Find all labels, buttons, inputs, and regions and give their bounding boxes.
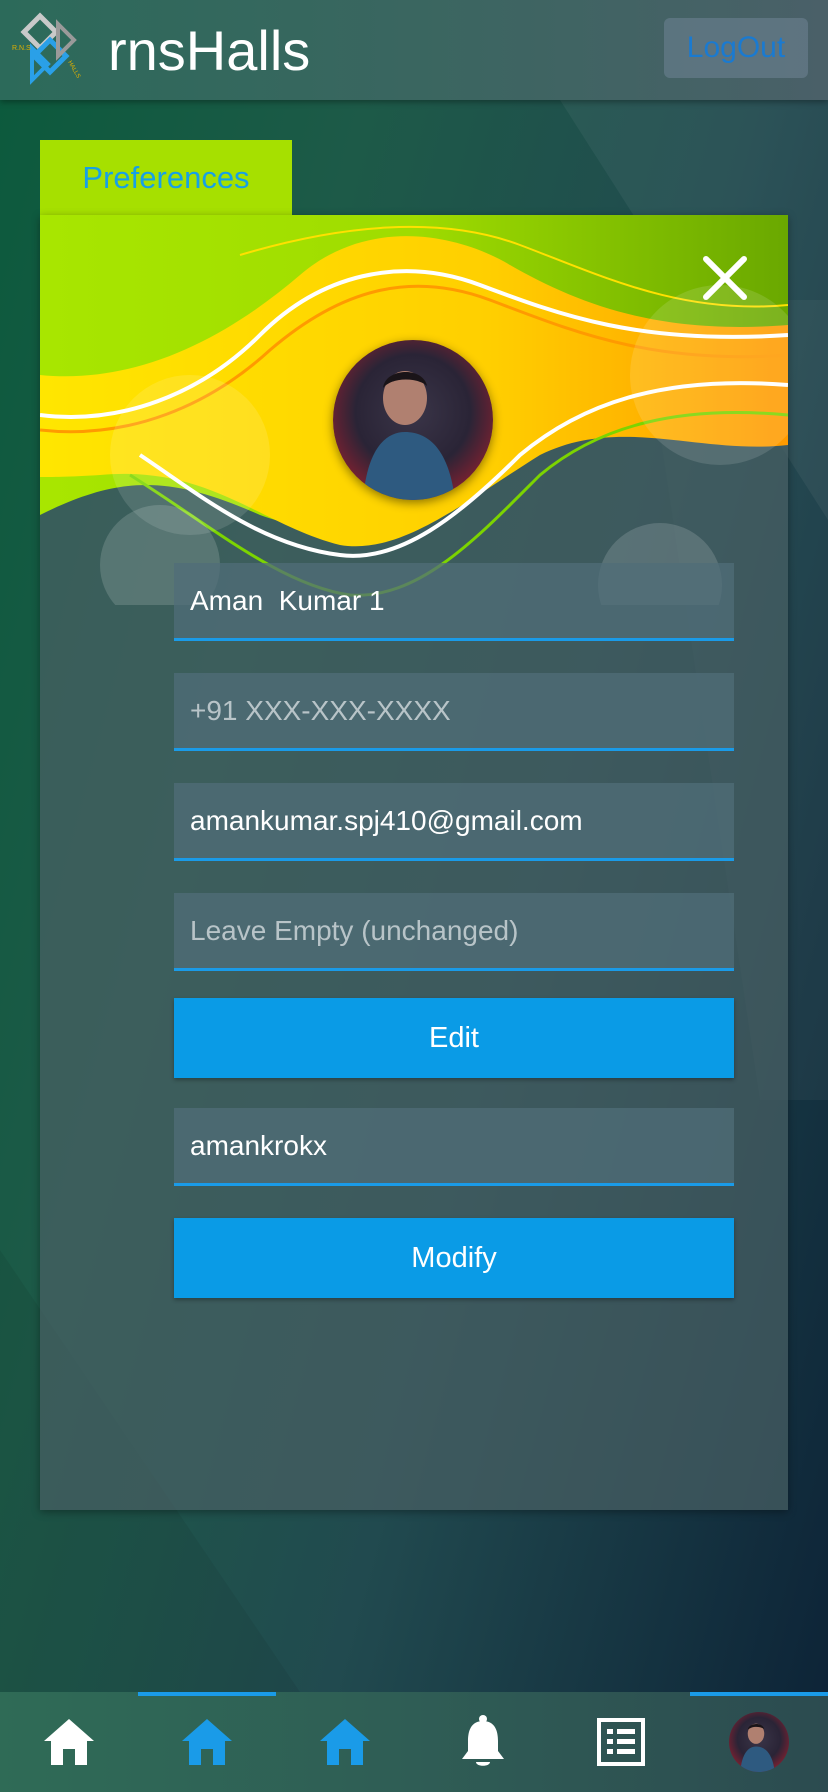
close-icon[interactable] [700,253,750,303]
home-icon [44,1719,94,1765]
username-field[interactable] [174,1108,734,1186]
rnshalls-logo[interactable]: R.N.S HALLS [10,10,90,90]
name-field[interactable] [174,563,734,641]
phone-field[interactable] [174,673,734,751]
name-input[interactable] [190,584,734,617]
phone-input[interactable] [190,694,734,727]
username-input[interactable] [190,1129,734,1162]
app-title: rnsHalls [108,19,311,82]
bottom-navigation [0,1692,828,1792]
nav-list[interactable] [552,1692,690,1792]
modify-button[interactable]: Modify [174,1218,734,1298]
profile-avatar[interactable] [333,340,493,500]
nav-home-1[interactable] [0,1692,138,1792]
nav-home-2[interactable] [138,1692,276,1792]
preferences-card: Edit Modify [40,215,788,1510]
password-input[interactable] [190,914,734,947]
edit-button[interactable]: Edit [174,998,734,1078]
home-icon [320,1719,370,1765]
nav-profile[interactable] [690,1692,828,1792]
home-icon [182,1719,232,1765]
bell-icon [462,1715,504,1766]
list-icon [597,1718,645,1766]
svg-text:HALLS: HALLS [66,60,81,79]
svg-text:R.N.S: R.N.S [12,45,31,52]
app-header: R.N.S HALLS rnsHalls LogOut [0,0,828,100]
nav-home-3[interactable] [276,1692,414,1792]
password-field[interactable] [174,893,734,971]
profile-avatar [729,1712,789,1772]
nav-notifications[interactable] [414,1692,552,1792]
logout-button[interactable]: LogOut [664,18,808,78]
tab-preferences[interactable]: Preferences [40,140,292,216]
email-field[interactable] [174,783,734,861]
email-input[interactable] [190,804,734,837]
